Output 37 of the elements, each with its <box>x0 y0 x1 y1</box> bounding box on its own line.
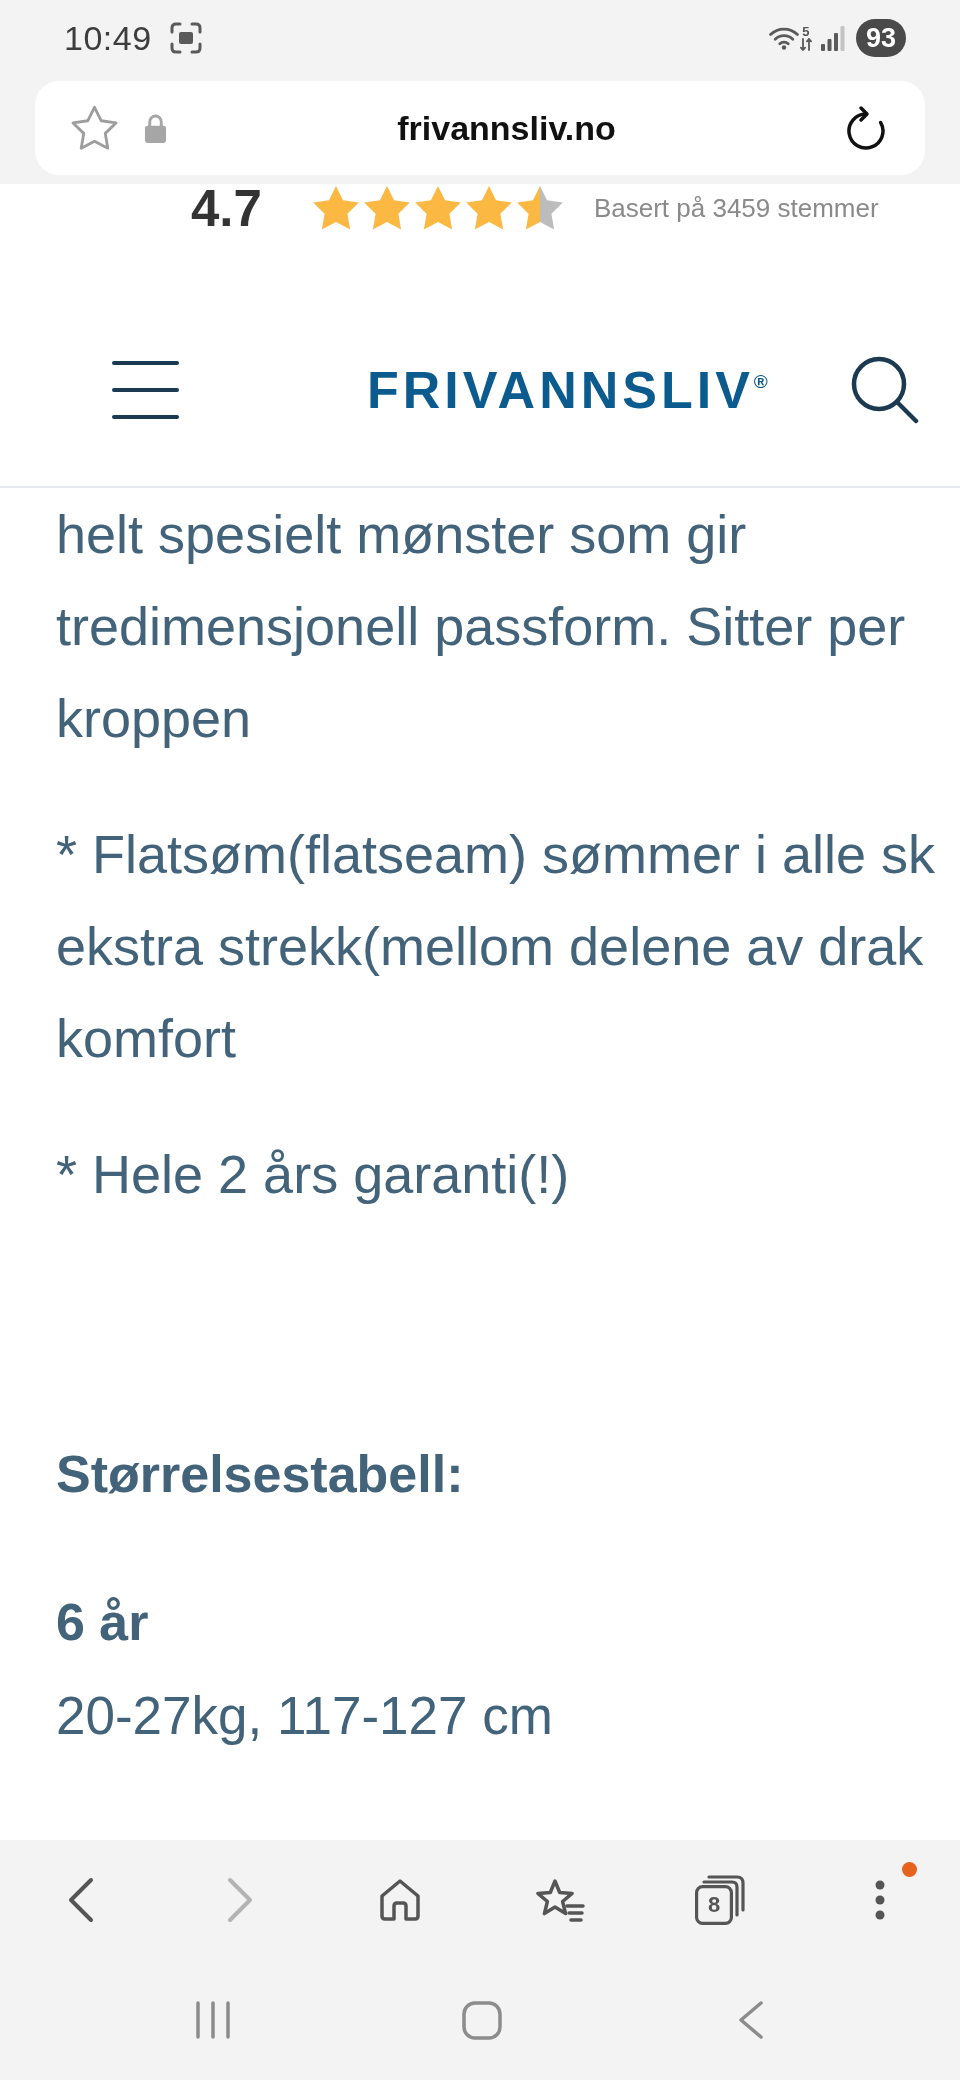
search-icon[interactable] <box>851 356 919 424</box>
stacked-squares-icon <box>695 1875 745 1925</box>
wifi-icon <box>768 26 799 50</box>
lock-icon <box>144 112 167 144</box>
chevron-left-icon <box>66 1877 94 1923</box>
status-time: 10:49 <box>64 18 152 58</box>
star-icon <box>515 186 564 230</box>
section-heading: Størrelsestabell: <box>56 1444 464 1505</box>
star-icon <box>311 186 360 230</box>
url-field[interactable]: frivannsliv.no <box>397 108 616 148</box>
size-detail: 20-27kg, 117-127 cm <box>56 1685 553 1747</box>
site-logo[interactable]: FRIVANNSLIV$^{®}$ <box>367 364 768 416</box>
screenshot-icon <box>169 22 202 54</box>
back-icon[interactable] <box>737 2000 764 2040</box>
rating-score: 4.7 <box>191 182 262 234</box>
home-icon[interactable] <box>461 2000 502 2040</box>
star-icon <box>413 186 462 230</box>
home-icon <box>378 1878 422 1922</box>
chevron-right-icon <box>226 1877 254 1923</box>
body-text: * Flatsøm(flatseam) sømmer i alle sk ekstra strekk(mellom delene av drak komfort <box>56 823 936 1070</box>
star-icon <box>464 186 513 230</box>
battery-indicator: 93 <box>855 19 906 57</box>
more-icon <box>875 1880 885 1920</box>
size-label: 6 år <box>56 1592 149 1653</box>
rating-caption: Basert på 3459 stemmer <box>593 192 879 224</box>
reload-icon[interactable] <box>846 105 886 151</box>
signal-icon <box>820 25 845 51</box>
star-icon <box>362 186 411 230</box>
recent-apps-icon[interactable] <box>194 2001 231 2039</box>
wifi-band-label: 5 <box>802 25 810 38</box>
tabs-button[interactable]: 8 <box>680 1860 760 1940</box>
menu-icon[interactable] <box>112 361 179 419</box>
star-list-icon <box>535 1877 585 1923</box>
star-icon[interactable] <box>70 105 119 151</box>
body-text: helt spesielt mønster som gir tredimensjonell passform. Sitter per kroppen <box>56 503 906 750</box>
data-arrows-icon <box>799 37 812 51</box>
body-text: * Hele 2 års garanti(!) <box>56 1143 570 1206</box>
